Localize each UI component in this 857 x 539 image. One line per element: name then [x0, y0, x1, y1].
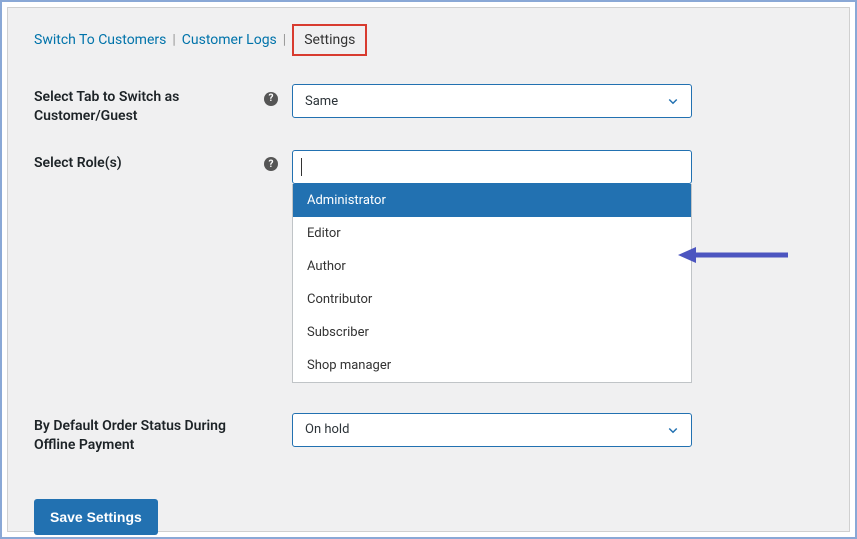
- role-option-editor[interactable]: Editor: [293, 217, 691, 250]
- select-order-status[interactable]: On hold: [292, 413, 692, 447]
- role-option-contributor[interactable]: Contributor: [293, 283, 691, 316]
- settings-panel: Switch To Customers | Customer Logs | Se…: [7, 7, 850, 532]
- window-frame: Switch To Customers | Customer Logs | Se…: [0, 0, 857, 539]
- role-option-administrator[interactable]: Administrator: [293, 184, 691, 217]
- row-tab-switch: Select Tab to Switch as Customer/Guest ?…: [34, 84, 823, 126]
- row-roles: Select Role(s) ? Administrator Editor Au…: [34, 150, 823, 383]
- row-order-status: By Default Order Status During Offline P…: [34, 413, 823, 455]
- role-option-author[interactable]: Author: [293, 250, 691, 283]
- role-option-subscriber[interactable]: Subscriber: [293, 316, 691, 349]
- label-tab-switch: Select Tab to Switch as Customer/Guest: [34, 84, 264, 126]
- chevron-down-icon: [667, 95, 679, 107]
- tab-settings[interactable]: Settings: [304, 32, 355, 48]
- help-icon[interactable]: ?: [264, 157, 278, 171]
- tab-settings-highlight: Settings: [292, 24, 367, 56]
- text-caret: [301, 158, 302, 176]
- chevron-down-icon: [667, 424, 679, 436]
- role-option-shop-manager[interactable]: Shop manager: [293, 349, 691, 382]
- select-tab-switch-value: Same: [305, 94, 338, 109]
- tab-switch-to-customers[interactable]: Switch To Customers: [34, 32, 166, 48]
- arrow-annotation-icon: [678, 244, 788, 266]
- tab-bar: Switch To Customers | Customer Logs | Se…: [34, 30, 823, 50]
- tab-separator: |: [172, 32, 175, 48]
- tab-separator: |: [283, 32, 286, 48]
- save-settings-button[interactable]: Save Settings: [34, 499, 158, 535]
- help-icon[interactable]: ?: [264, 92, 278, 106]
- tab-customer-logs[interactable]: Customer Logs: [182, 32, 277, 48]
- select-order-status-value: On hold: [305, 422, 349, 437]
- label-order-status: By Default Order Status During Offline P…: [34, 413, 264, 455]
- select-tab-switch[interactable]: Same: [292, 84, 692, 118]
- roles-dropdown: Administrator Editor Author Contributor …: [292, 184, 692, 383]
- label-roles: Select Role(s): [34, 150, 264, 173]
- roles-multi-input[interactable]: [292, 150, 692, 184]
